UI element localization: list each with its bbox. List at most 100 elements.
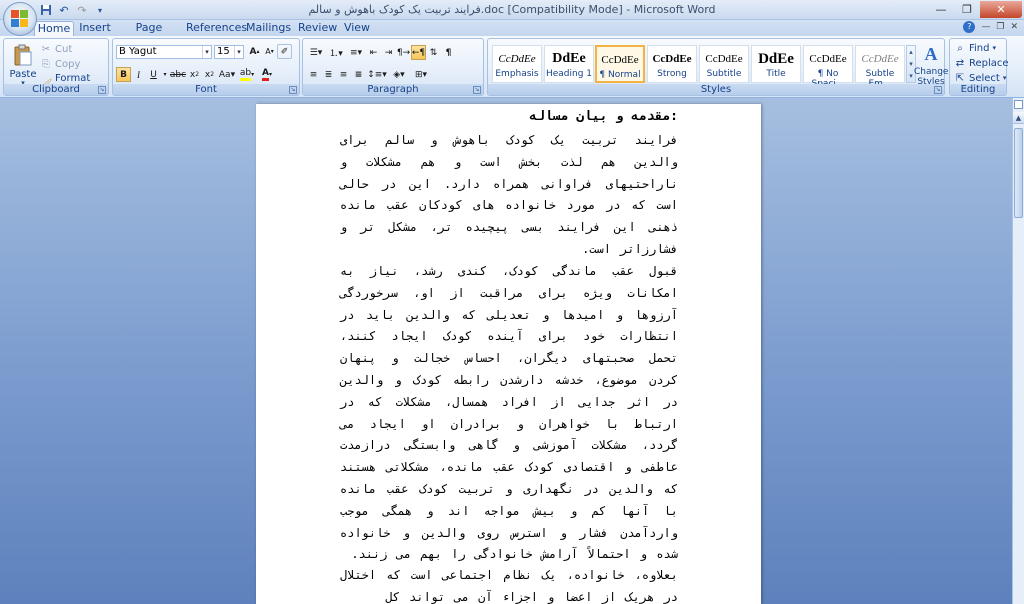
view-ruler-icon[interactable] — [1014, 100, 1023, 109]
numbering-icon[interactable]: ⒈▾ — [326, 45, 346, 60]
select-icon: ⇱ — [955, 72, 965, 84]
font-size-dropdown-icon: ▾ — [234, 46, 243, 58]
style-heading-1[interactable]: DdEe Heading 1 — [544, 45, 594, 83]
style-sample: DdEe — [758, 51, 794, 67]
justify-icon[interactable]: ≡ — [351, 67, 366, 82]
office-button[interactable] — [3, 2, 37, 36]
sort-icon[interactable]: ⇅ — [426, 45, 441, 60]
clipboard-group-label: Clipboard — [4, 84, 108, 95]
paragraph-row-1: ☰▾ ⒈▾ ≡▾ ⇤ ⇥ ¶→ ←¶ ⇅ ¶ — [306, 45, 456, 60]
show-hide-icon[interactable]: ¶ — [441, 45, 456, 60]
close-icon[interactable]: ✕ — [980, 1, 1022, 18]
font-size-dropdown[interactable]: 15 ▾ — [214, 45, 244, 59]
style-no-spacing[interactable]: CcDdEe ¶ No Spaci... — [803, 45, 853, 89]
bold-icon[interactable]: B — [116, 67, 131, 82]
decrease-indent-icon[interactable]: ⇤ — [366, 45, 381, 60]
ribbon: Paste ▾ ✂Cut ⎘Copy 🖌Format Painter Clipb… — [0, 36, 1024, 98]
align-right-icon[interactable]: ≡ — [336, 67, 351, 82]
subscript-icon[interactable]: x2 — [187, 67, 202, 82]
tab-home[interactable]: Home — [34, 21, 74, 37]
style-subtle-emphasis[interactable]: CcDdEe Subtle Em... — [855, 45, 905, 89]
styles-launcher-icon[interactable]: ↘ — [934, 86, 942, 94]
style-name: Subtitle — [706, 69, 742, 79]
style-title[interactable]: DdEe Title — [751, 45, 801, 83]
style-sample: CcDdEe — [601, 54, 639, 66]
clear-formatting-icon[interactable]: ✐ — [277, 44, 292, 59]
cut-button[interactable]: ✂ Cut — [40, 43, 72, 55]
line-spacing-icon[interactable]: ↕≡▾ — [366, 67, 388, 82]
align-left-icon[interactable]: ≡ — [306, 67, 321, 82]
tab-page-layout[interactable]: Page Layout — [120, 21, 178, 48]
paragraph-group-label: Paragraph — [303, 84, 483, 95]
paragraph-launcher-icon[interactable]: ↘ — [473, 86, 481, 94]
tab-review[interactable]: Review — [298, 21, 337, 36]
ribbon-tabs: Home Insert Page Layout References Maili… — [0, 20, 1024, 48]
binoculars-icon: ⌕ — [957, 42, 963, 54]
style-normal[interactable]: CcDdEe ¶ Normal — [595, 45, 645, 83]
office-logo-icon — [11, 10, 29, 28]
style-name: Strong — [657, 69, 687, 79]
multilevel-list-icon[interactable]: ≡▾ — [346, 45, 366, 60]
style-strong[interactable]: CcDdEe Strong — [647, 45, 697, 83]
find-button[interactable]: ⌕ Find ▾ — [954, 42, 996, 54]
font-group: B Yagut ▾ 15 ▾ A ▴ A ▾ ✐ B I U ▾ abc x2 x2… — [112, 38, 300, 96]
help-icon[interactable]: ? — [963, 21, 976, 33]
borders-icon[interactable]: ⊞▾ — [410, 67, 432, 82]
rtl-direction-icon[interactable]: ←¶ — [411, 45, 426, 60]
style-sample: CcDdEe — [652, 53, 692, 65]
shrink-font-icon[interactable]: A ▾ — [262, 44, 277, 59]
document-paragraph-3: بعلاوه، خانواده، یک نظام اجتماعی است که … — [340, 568, 678, 604]
shading-icon[interactable]: ◈▾ — [388, 67, 410, 82]
scroll-up-icon[interactable]: ▲ — [1013, 112, 1024, 124]
doc-close-icon[interactable]: ✕ — [1010, 22, 1018, 32]
align-center-icon[interactable]: ≣ — [321, 67, 336, 82]
tab-insert[interactable]: Insert — [78, 21, 112, 36]
style-sample: CcDdEe — [498, 53, 536, 65]
replace-icon: ⇄ — [955, 57, 965, 69]
strikethrough-icon[interactable]: abc — [169, 67, 187, 82]
style-subtitle[interactable]: CcDdEe Subtitle — [699, 45, 749, 83]
tab-view[interactable]: View — [342, 21, 372, 36]
highlight-icon[interactable]: ab ▾ — [237, 67, 257, 82]
tab-references[interactable]: References — [186, 21, 247, 36]
font-family-dropdown[interactable]: B Yagut ▾ — [116, 45, 212, 59]
change-case-icon[interactable]: Aa▾ — [217, 67, 237, 82]
vertical-scrollbar[interactable]: ▲ — [1012, 98, 1024, 604]
scroll-thumb[interactable] — [1014, 128, 1023, 218]
underline-dropdown-icon[interactable]: ▾ — [161, 67, 169, 82]
ltr-direction-icon[interactable]: ¶→ — [396, 45, 411, 60]
replace-button[interactable]: ⇄ Replace — [954, 57, 1009, 69]
style-name: ¶ Normal — [599, 70, 641, 80]
font-launcher-icon[interactable]: ↘ — [289, 86, 297, 94]
increase-indent-icon[interactable]: ⇥ — [381, 45, 396, 60]
clipboard-group: Paste ▾ ✂Cut ⎘Copy 🖌Format Painter Clipb… — [3, 38, 109, 96]
copy-button[interactable]: ⎘ Copy — [40, 58, 80, 70]
copy-label: Copy — [55, 58, 81, 70]
grow-font-icon[interactable]: A ▴ — [247, 44, 262, 59]
minimize-icon[interactable]: — — [928, 1, 954, 18]
underline-icon[interactable]: U — [146, 67, 161, 82]
document-page[interactable]: مقدمه و بیان مساله: فرایند تربیت یک کودک… — [256, 104, 761, 604]
restore-icon[interactable]: ❐ — [954, 1, 980, 18]
font-format-buttons: B I U ▾ abc x2 x2 Aa▾ ab ▾ A ▾ — [116, 67, 277, 82]
style-sample: CcDdEe — [809, 53, 847, 65]
style-name: Title — [766, 69, 786, 79]
paste-icon[interactable] — [8, 42, 38, 68]
select-button[interactable]: ⇱ Select ▾ — [954, 72, 1007, 84]
font-family-value: B Yagut — [119, 46, 157, 57]
style-emphasis[interactable]: CcDdEe Emphasis — [492, 45, 542, 83]
tab-mailings[interactable]: Mailings — [246, 21, 291, 36]
superscript-icon[interactable]: x2 — [202, 67, 217, 82]
ribbon-restore-icon[interactable]: ❐ — [996, 22, 1004, 32]
style-name: Emphasis — [495, 69, 539, 79]
styles-group: CcDdEe Emphasis DdEe Heading 1 CcDdEe ¶ … — [487, 38, 948, 96]
font-color-icon[interactable]: A ▾ — [257, 67, 277, 82]
ribbon-minimize-icon[interactable]: — — [981, 22, 990, 32]
style-sample: CcDdEe — [861, 53, 899, 65]
change-styles-icon[interactable]: A — [918, 43, 944, 65]
bullets-icon[interactable]: ☰▾ — [306, 45, 326, 60]
clipboard-launcher-icon[interactable]: ↘ — [98, 86, 106, 94]
font-grow-shrink: A ▴ A ▾ ✐ — [247, 44, 292, 59]
paragraph-row-2: ≡ ≣ ≡ ≡ ↕≡▾ ◈▾ ⊞▾ — [306, 67, 432, 82]
italic-icon[interactable]: I — [131, 67, 146, 82]
